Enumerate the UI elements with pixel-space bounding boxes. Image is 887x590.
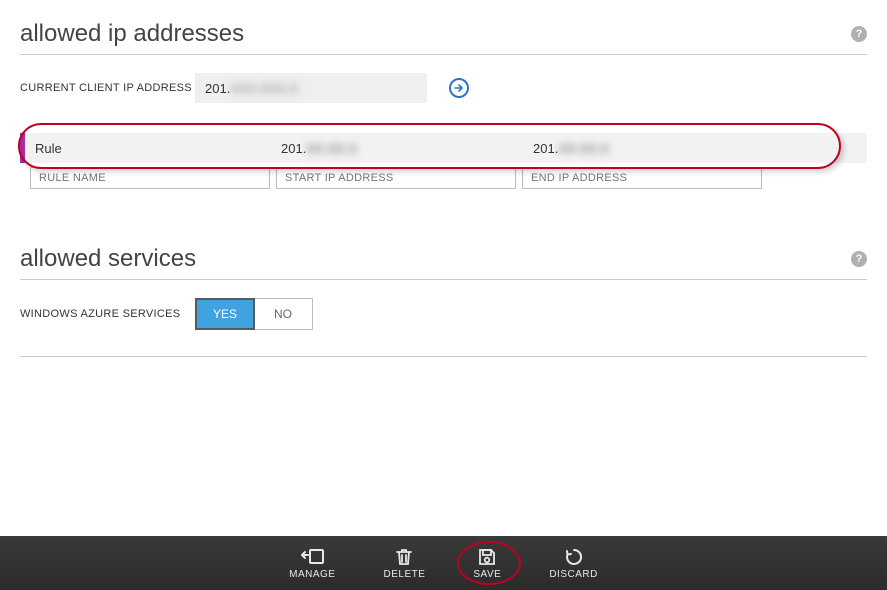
help-icon[interactable]: ? <box>851 26 867 42</box>
client-ip-prefix: 201. <box>205 81 230 96</box>
azure-services-toggle: YES NO <box>195 298 313 330</box>
toggle-no-button[interactable]: NO <box>254 299 312 329</box>
toggle-yes-label: YES <box>213 307 237 321</box>
windows-azure-services-row: WINDOWS AZURE SERVICES YES NO <box>20 298 867 330</box>
arrow-right-icon <box>453 82 465 94</box>
add-client-ip-button[interactable] <box>449 78 469 98</box>
rule-end-prefix: 201. <box>533 141 558 156</box>
start-ip-input[interactable] <box>276 167 516 189</box>
rule-start-ip-cell: 201. XX.XX.X <box>271 133 523 163</box>
manage-icon <box>299 547 325 567</box>
current-client-ip-value: 201. XXX.XXX.X <box>195 73 427 103</box>
rule-start-prefix: 201. <box>281 141 306 156</box>
save-icon <box>477 547 497 567</box>
rule-name-input[interactable] <box>30 167 270 189</box>
rule-name-cell: Rule <box>25 133 271 163</box>
section-allowed-services: allowed services ? <box>20 245 867 280</box>
delete-label: DELETE <box>383 569 425 580</box>
discard-icon <box>564 547 584 567</box>
rule-end-redacted: XX.XX.X <box>558 141 609 156</box>
rule-end-ip-cell: 201. XX.XX.X <box>523 133 867 163</box>
section-allowed-ip: allowed ip addresses ? <box>20 20 867 55</box>
manage-label: MANAGE <box>289 569 335 580</box>
toggle-no-label: NO <box>274 307 292 321</box>
new-rule-input-row <box>20 167 867 189</box>
rule-start-redacted: XX.XX.X <box>306 141 357 156</box>
section-divider <box>20 356 867 357</box>
current-client-ip-label: CURRENT CLIENT IP ADDRESS <box>20 82 195 94</box>
rule-name-text: Rule <box>35 141 62 156</box>
save-button[interactable]: SAVE <box>473 547 501 580</box>
trash-icon <box>394 547 414 567</box>
rule-row-container: Rule 201. XX.XX.X 201. XX.XX.X <box>20 133 867 189</box>
command-bar: MANAGE DELETE SAVE DISCARD <box>0 536 887 590</box>
firewall-rule-row[interactable]: Rule 201. XX.XX.X 201. XX.XX.X <box>20 133 867 163</box>
section-title-ip: allowed ip addresses <box>20 20 244 47</box>
help-icon[interactable]: ? <box>851 251 867 267</box>
delete-button[interactable]: DELETE <box>383 547 425 580</box>
discard-label: DISCARD <box>549 569 598 580</box>
client-ip-redacted: XXX.XXX.X <box>230 81 298 96</box>
discard-button[interactable]: DISCARD <box>549 547 598 580</box>
section-title-services: allowed services <box>20 245 196 272</box>
end-ip-input[interactable] <box>522 167 762 189</box>
manage-button[interactable]: MANAGE <box>289 547 335 580</box>
current-client-ip-row: CURRENT CLIENT IP ADDRESS 201. XXX.XXX.X <box>20 73 867 103</box>
toggle-yes-button[interactable]: YES <box>196 299 254 329</box>
save-label: SAVE <box>473 569 501 580</box>
windows-azure-label: WINDOWS AZURE SERVICES <box>20 308 195 320</box>
